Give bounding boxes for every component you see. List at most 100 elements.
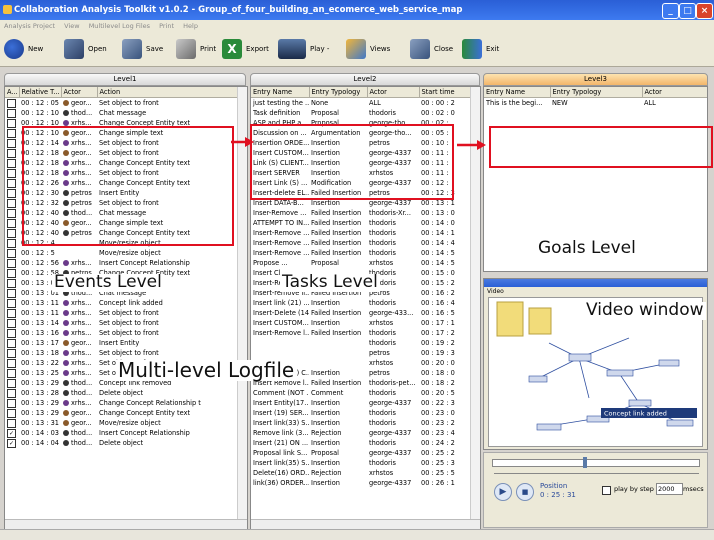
col-header[interactable]: Start time [419,87,472,98]
tab-level3[interactable]: Level3 [483,73,708,86]
slider-thumb[interactable] [583,457,587,468]
row-checkbox[interactable] [7,288,16,298]
row-checkbox[interactable] [7,238,16,248]
row-checkbox[interactable] [7,148,16,158]
play-by-step-checkbox[interactable] [602,486,611,495]
print-button[interactable]: Print [176,38,216,60]
menu-analysis-project[interactable]: Analysis Project [4,22,55,30]
table-row[interactable]: Insert (19) SER... Insertion thodoris 00 : … [251,408,471,418]
play-button[interactable]: Play - [278,38,329,60]
table-row[interactable]: Task definition Proposal thodoris 00 : 02 :… [251,108,471,118]
open-button[interactable]: Open [64,38,107,60]
tab-level2[interactable]: Level2 [250,73,480,86]
table-row[interactable]: 00 : 13 : 18 xrhs... Set object to front [5,348,237,358]
row-checkbox[interactable] [7,118,16,128]
row-checkbox[interactable] [7,408,16,418]
maximize-button[interactable]: □ [679,3,696,19]
row-checkbox[interactable] [7,418,16,428]
table-row[interactable]: Comment (NOT ... Comment thodoris 00 : 20 :… [251,388,471,398]
row-checkbox[interactable]: ✓ [7,428,16,438]
table-row[interactable]: Insert link(33) S... Insertion thodoris 00 … [251,418,471,428]
row-checkbox[interactable] [7,368,16,378]
col-header[interactable]: Entry Typology [309,87,368,98]
table-row[interactable]: Inser-Remove ... Failed Insertion thodoris… [251,208,471,218]
new-button[interactable]: New [4,38,43,60]
table-row[interactable]: Propose ... Proposal xrhstos 00 : 14 : 5 [251,258,471,268]
col-header[interactable]: Relative T... [19,87,62,98]
save-button[interactable]: Save [122,38,163,60]
col-header[interactable]: Action [97,87,238,98]
row-checkbox[interactable] [7,258,16,268]
table-row[interactable]: Insert link (21) ... Insertion thodoris 00 … [251,298,471,308]
close-window-button[interactable]: × [696,3,713,19]
menu-print[interactable]: Print [159,22,174,30]
menu-view[interactable]: View [64,22,79,30]
export-button[interactable]: X Export [222,38,269,60]
step-input[interactable]: 2000 [656,483,683,495]
row-checkbox[interactable] [7,338,16,348]
row-checkbox[interactable] [7,308,16,318]
col-header[interactable]: Entry Name [251,87,310,98]
row-checkbox[interactable] [7,228,16,238]
row-checkbox[interactable] [7,358,16,368]
row-checkbox[interactable]: ✓ [7,438,16,448]
table-row[interactable]: 00 : 13 : 29 xrhs... Change Concept Relati… [5,398,237,408]
table-row[interactable]: 00 : 13 : 17 geor... Insert Entity [5,338,237,348]
table-row[interactable]: 00 : 13 : 29 geor... Change Concept Entity… [5,408,237,418]
table-row[interactable]: Proposal link S... Proposal george-4337 00 … [251,448,471,458]
table-row[interactable]: Insert Entity(17... Insertion george-4337 0… [251,398,471,408]
row-checkbox[interactable] [7,278,16,288]
position-slider[interactable] [492,457,700,468]
row-checkbox[interactable] [7,348,16,358]
vertical-scrollbar[interactable] [237,87,247,520]
table-row[interactable]: 00 : 13 : 28 thod... Delete object [5,388,237,398]
table-row[interactable]: Insert-Delete (14) Failed Insertion george… [251,308,471,318]
views-button[interactable]: Views [346,38,390,60]
table-row[interactable]: Insert (21) ON ... Insertion thodoris 00 : … [251,438,471,448]
minimize-button[interactable]: _ [662,3,679,19]
table-row[interactable]: Remove link (3... Rejection george-4337 00 … [251,428,471,438]
col-header[interactable]: Entry Typology [550,87,643,98]
table-row[interactable]: 00 : 12 : 05 geor... Set object to front [5,98,237,109]
row-checkbox[interactable] [7,318,16,328]
row-checkbox[interactable] [7,218,16,228]
table-row[interactable]: 00 : 13 : 11 xrhs... Concept link added [5,298,237,308]
stop-icon[interactable]: ■ [516,483,534,501]
row-checkbox[interactable] [7,398,16,408]
row-checkbox[interactable] [7,178,16,188]
row-checkbox[interactable] [7,208,16,218]
row-checkbox[interactable] [7,98,16,108]
close-button[interactable]: Close [410,38,453,60]
row-checkbox[interactable] [7,328,16,338]
row-checkbox[interactable] [7,198,16,208]
table-row[interactable]: Insert-Remove l... Failed Insertion thodor… [251,328,471,338]
table-row[interactable]: petros 00 : 19 : 3 [251,348,471,358]
table-row[interactable]: link(36) ORDER... Insertion george-4337 00 … [251,478,471,488]
row-checkbox[interactable] [7,378,16,388]
row-checkbox[interactable] [7,248,16,258]
table-row[interactable]: 00 : 12 : 10 thod... Chat message [5,108,237,118]
menu-help[interactable]: Help [183,22,198,30]
row-checkbox[interactable] [7,128,16,138]
row-checkbox[interactable] [7,158,16,168]
horizontal-scrollbar[interactable] [5,519,247,529]
exit-button[interactable]: Exit [462,38,499,60]
table-row[interactable]: 00 : 12 : 5 Move/resize object [5,248,237,258]
tab-level1[interactable]: Level1 [4,73,246,86]
col-header[interactable]: Actor [61,87,98,98]
table-row[interactable]: Insert link(35) S... Insertion thodoris 00 … [251,458,471,468]
col-header[interactable]: Actor [642,87,707,98]
table-row[interactable]: 00 : 12 : 56 xrhs... Insert Concept Relati… [5,258,237,268]
col-header[interactable]: A... [5,87,20,98]
table-row[interactable]: 00 : 13 : 11 xrhs... Set object to front [5,308,237,318]
horizontal-scrollbar[interactable] [251,519,480,529]
col-header[interactable]: Entry Name [484,87,551,98]
table-row[interactable]: 00 : 13 : 31 geor... Move/resize object [5,418,237,428]
row-checkbox[interactable] [7,168,16,178]
play-icon[interactable]: ▶ [494,483,512,501]
table-row[interactable]: Insert-Remove ... Failed Insertion thodori… [251,238,471,248]
table-row[interactable]: Insert CUSTOM... Insertion xrhstos 00 : 17 … [251,318,471,328]
table-row[interactable]: ATTEMPT TO IN... Failed Insertion thodoris… [251,218,471,228]
table-row[interactable]: Delete(16) ORD... Rejection xrhstos 00 : 25… [251,468,471,478]
table-row[interactable]: thodoris 00 : 19 : 2 [251,338,471,348]
